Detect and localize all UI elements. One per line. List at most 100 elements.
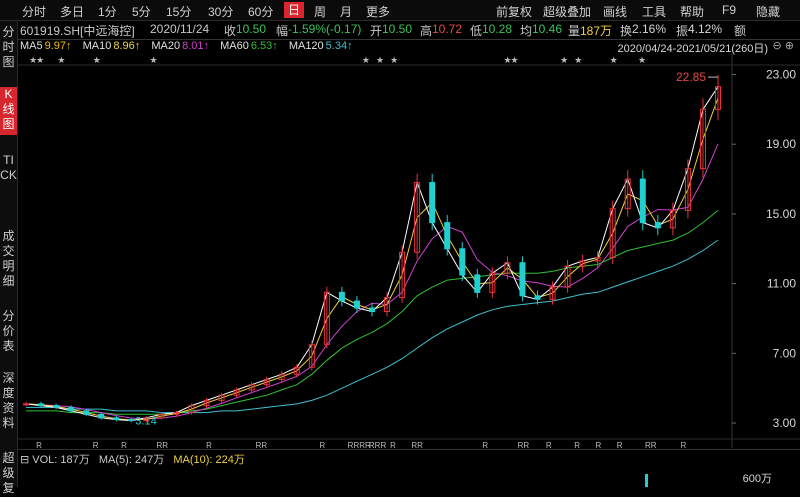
- tab-15min[interactable]: 15分: [166, 3, 191, 20]
- r-mark: R: [390, 441, 396, 448]
- turnover-value: 2.16%: [632, 22, 667, 36]
- btn-forward-adjust[interactable]: 前复权: [496, 3, 532, 20]
- r-mark: RRRR: [348, 441, 371, 448]
- ma5-value: 9.97↑: [44, 40, 72, 52]
- turnover-label: 换: [620, 24, 633, 38]
- collapse-icon[interactable]: ⊖: [773, 40, 782, 52]
- quote-info-row: 601919.SH[中远海控] 2020/11/24 收 10.50 幅 -1.…: [20, 21, 800, 39]
- btn-super-overlay[interactable]: 超级叠加: [543, 3, 591, 20]
- ma120-line: [26, 239, 719, 414]
- candle-body: [519, 262, 526, 297]
- expand-icon[interactable]: ⊕: [785, 40, 794, 52]
- period-toolbar: 分时 多日 1分 5分 15分 30分 60分 日 周 月 更多 超级叠加 画线…: [0, 0, 800, 21]
- high-value: 10.72: [432, 22, 463, 36]
- star-mark: ★: [390, 56, 398, 66]
- candle-body: [53, 405, 60, 408]
- candle-body: [369, 307, 375, 313]
- btn-tools[interactable]: 工具: [642, 3, 666, 20]
- r-mark: R: [206, 441, 212, 448]
- r-mark: R: [121, 441, 127, 448]
- r-mark: RR: [157, 441, 169, 448]
- star-mark: ★: [511, 56, 519, 66]
- left-sidebar: 分时图 K线图 TICK 成交明细 分价表 深度资料 超级复: [0, 21, 18, 495]
- tab-duori[interactable]: 多日: [60, 3, 84, 20]
- star-mark: ★: [93, 56, 101, 66]
- min-price-label: 3.14: [135, 416, 156, 428]
- max-price-label: 22.85: [676, 70, 706, 84]
- tab-week[interactable]: 周: [314, 3, 326, 20]
- sidebar-item-depth[interactable]: 深度资料: [0, 371, 17, 435]
- candle-body: [444, 222, 451, 250]
- y-tick-label: 15.00: [766, 207, 796, 221]
- candle-body: [654, 222, 661, 229]
- r-mark: R: [546, 441, 552, 448]
- tab-more[interactable]: 更多: [366, 3, 390, 20]
- r-mark: RR: [411, 441, 423, 448]
- candle-body: [83, 410, 90, 415]
- candle-body: [639, 178, 646, 224]
- r-mark: RR: [256, 441, 268, 448]
- sidebar-item-fenshi[interactable]: 分时图: [0, 25, 17, 73]
- tab-30min[interactable]: 30分: [208, 3, 233, 20]
- star-mark: ★: [574, 56, 582, 66]
- open-value: 10.50: [382, 22, 413, 36]
- tab-60min[interactable]: 60分: [248, 3, 273, 20]
- y-tick-label: 11.00: [767, 277, 796, 291]
- volume-axis-label: 600万: [742, 473, 772, 485]
- ma60-label: MA60: [220, 40, 249, 52]
- tab-day[interactable]: 日: [284, 2, 305, 18]
- sidebar-item-price-table[interactable]: 分价表: [0, 309, 17, 357]
- tab-5min[interactable]: 5分: [132, 3, 151, 20]
- sidebar-item-super[interactable]: 超级复: [0, 451, 17, 497]
- star-mark: ★: [610, 56, 618, 66]
- ma5-line: [25, 86, 719, 422]
- volume-value: 187万: [580, 24, 613, 38]
- star-mark: ★: [149, 56, 157, 66]
- candle-body: [429, 182, 436, 224]
- tab-month[interactable]: 月: [340, 3, 352, 20]
- ma20-line: [25, 143, 719, 420]
- r-mark: RR: [645, 441, 657, 448]
- r-mark: R: [680, 441, 686, 448]
- ma20-label: MA20: [151, 40, 181, 52]
- r-mark: RRR: [369, 441, 387, 448]
- ma120-value: 5.34↑: [325, 40, 353, 52]
- candle-body: [68, 406, 75, 412]
- vol-ma5-value: 247万: [134, 454, 165, 466]
- kline-chart[interactable]: 23.00 19.00 15.00 11.00 7.00 3.00 22.85 3.14 ★ ★ ★…: [18, 53, 800, 448]
- ma10-line: [25, 97, 719, 421]
- sidebar-item-deals[interactable]: 成交明细: [0, 229, 17, 293]
- vol-ma10-label: MA(10):: [173, 454, 213, 466]
- ma5-label: MA5: [20, 40, 43, 52]
- btn-help[interactable]: 帮助: [680, 3, 704, 20]
- ma20-value: 8.01↑: [182, 40, 210, 52]
- tab-fenshi[interactable]: 分时: [22, 3, 46, 20]
- candle-body: [353, 300, 360, 309]
- r-mark: R: [574, 441, 580, 448]
- y-tick-label: 19.00: [766, 137, 796, 151]
- vol-ma5-label: MA(5):: [98, 454, 132, 466]
- r-mark: R: [482, 441, 488, 448]
- sidebar-item-tick[interactable]: TICK: [0, 153, 17, 217]
- amplitude-label: 振: [676, 24, 689, 38]
- low-label: 低: [470, 24, 483, 38]
- candle-body: [534, 295, 541, 300]
- candle-body: [474, 274, 481, 293]
- low-value: 10.28: [482, 22, 513, 36]
- star-mark: ★: [362, 56, 370, 66]
- sidebar-item-kline[interactable]: K线图: [0, 87, 17, 135]
- btn-draw-line[interactable]: 画线: [603, 3, 627, 20]
- avg-label: 均: [520, 24, 533, 38]
- tab-1min[interactable]: 1分: [98, 3, 117, 20]
- star-mark: ★: [376, 56, 384, 66]
- stock-code: 601919.SH[中远海控]: [20, 24, 135, 38]
- btn-hide[interactable]: 隐藏: [756, 3, 780, 20]
- candle-body: [338, 291, 345, 302]
- btn-f9[interactable]: F9: [722, 3, 736, 17]
- r-mark: R: [617, 441, 623, 448]
- candle-body: [113, 417, 120, 421]
- quote-date: 2020/11/24: [150, 22, 210, 36]
- candle-body: [23, 403, 29, 406]
- candle-body: [128, 419, 135, 422]
- r-mark: R: [36, 441, 42, 448]
